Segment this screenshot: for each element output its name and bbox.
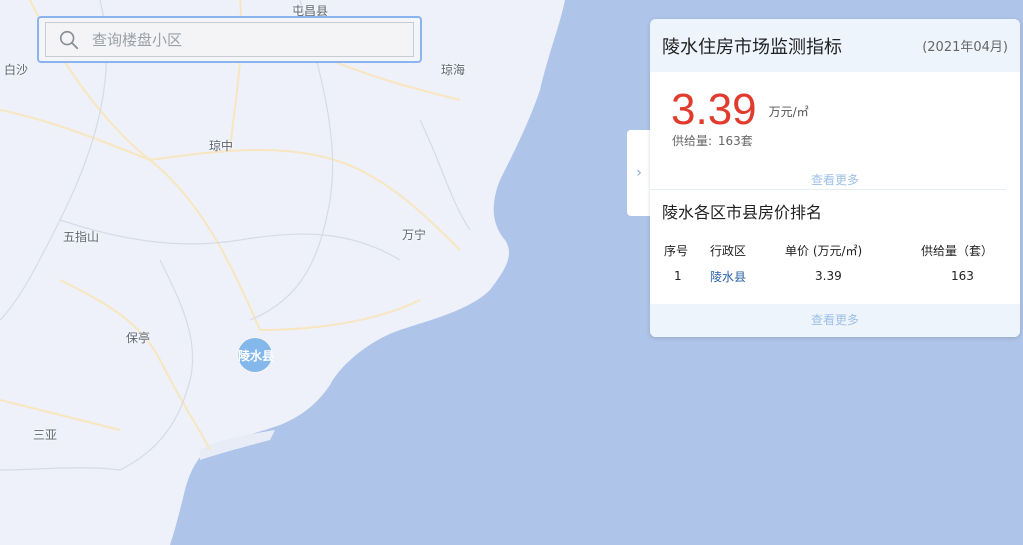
city-label-wanning: 万宁 xyxy=(402,228,427,242)
table-row: 1 陵水县 3.39 163 xyxy=(650,264,1020,288)
ranking-title: 陵水各区市县房价排名 xyxy=(662,203,823,222)
market-indicator-panel: 陵水住房市场监测指标 (2021年04月) 3.39 万元/㎡ 供给量: 163… xyxy=(650,19,1020,337)
price-value: 3.39 xyxy=(671,85,757,134)
col-header-price: 单价 (万元/㎡) xyxy=(785,243,863,258)
city-label-sanya: 三亚 xyxy=(33,428,58,442)
view-more-ranking-link[interactable]: 查看更多 xyxy=(650,304,1020,337)
search-icon[interactable] xyxy=(58,29,80,51)
panel-title: 陵水住房市场监测指标 xyxy=(662,36,842,58)
col-header-district: 行政区 xyxy=(710,243,747,258)
city-label-baoting: 保亭 xyxy=(126,331,151,345)
panel-date: (2021年04月) xyxy=(922,40,1008,55)
district-link[interactable]: 陵水县 xyxy=(710,270,746,284)
lingshui-marker-label[interactable]: 陵水县 xyxy=(234,347,278,364)
search-input[interactable] xyxy=(92,30,392,49)
supply-label: 供给量: xyxy=(672,134,713,148)
row-price: 3.39 xyxy=(815,269,842,283)
search-box xyxy=(37,16,422,63)
city-label-qionghai: 琼海 xyxy=(441,63,466,77)
row-district-link[interactable]: 陵水县 xyxy=(710,264,785,288)
supply-value: 163套 xyxy=(717,134,753,148)
search-field-wrapper[interactable] xyxy=(45,22,414,57)
city-label-qiongzhong: 琼中 xyxy=(209,139,234,153)
panel-header: 陵水住房市场监测指标 (2021年04月) xyxy=(650,19,1020,72)
row-supply: 163 xyxy=(951,269,974,283)
view-more-link[interactable]: 查看更多 xyxy=(650,171,1020,187)
table-header-row: 序号 行政区 单价 (万元/㎡) 供给量（套） xyxy=(650,236,1020,264)
ranking-table: 序号 行政区 单价 (万元/㎡) 供给量（套） 1 陵水县 3.39 163 xyxy=(650,236,1020,288)
supply-summary: 供给量: 163套 xyxy=(650,132,1020,149)
row-index: 1 xyxy=(674,269,682,283)
price-summary: 3.39 万元/㎡ xyxy=(650,72,1020,132)
panel-collapse-toggle[interactable]: › xyxy=(627,130,651,216)
col-header-index: 序号 xyxy=(664,243,689,258)
chevron-right-icon: › xyxy=(636,165,642,181)
city-label-baisha: 白沙 xyxy=(4,63,29,77)
price-unit: 万元/㎡ xyxy=(768,105,809,119)
city-label-wuzhishan: 五指山 xyxy=(63,230,100,244)
col-header-supply: 供给量（套） xyxy=(921,243,994,258)
